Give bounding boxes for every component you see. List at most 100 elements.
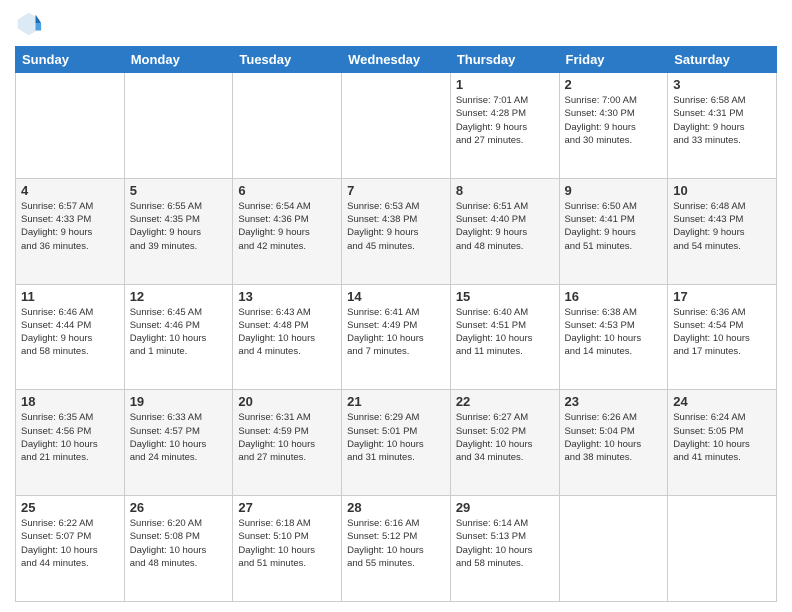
day-cell: 4Sunrise: 6:57 AM Sunset: 4:33 PM Daylig… — [16, 178, 125, 284]
day-number: 16 — [565, 289, 663, 304]
weekday-header-tuesday: Tuesday — [233, 47, 342, 73]
day-cell: 11 Sunrise: 6:46 AM Sunset: 4:44 PM Dayli… — [16, 284, 125, 390]
week-row-3: 11 Sunrise: 6:46 AM Sunset: 4:44 PM Dayli… — [16, 284, 777, 390]
day-number: 15 — [456, 289, 554, 304]
day-info: Sunrise: 6:24 AM Sunset: 5:05 PM Dayligh… — [673, 411, 771, 464]
day-cell: 21 Sunrise: 6:29 AM Sunset: 5:01 PM Dayli… — [342, 390, 451, 496]
day-number: 5 — [130, 183, 228, 198]
day-cell: 27 Sunrise: 6:18 AM Sunset: 5:10 PM Dayli… — [233, 496, 342, 602]
day-number: 3 — [673, 77, 771, 92]
day-cell: 18 Sunrise: 6:35 AM Sunset: 4:56 PM Dayli… — [16, 390, 125, 496]
weekday-header-friday: Friday — [559, 47, 668, 73]
day-info: Sunrise: 6:33 AM Sunset: 4:57 PM Dayligh… — [130, 411, 228, 464]
day-number: 6 — [238, 183, 336, 198]
calendar-table: SundayMondayTuesdayWednesdayThursdayFrid… — [15, 46, 777, 602]
day-info: Sunrise: 6:48 AM Sunset: 4:43 PM Dayligh… — [673, 200, 771, 253]
day-cell: 26 Sunrise: 6:20 AM Sunset: 5:08 PM Dayli… — [124, 496, 233, 602]
day-number: 19 — [130, 394, 228, 409]
weekday-header-saturday: Saturday — [668, 47, 777, 73]
day-cell: 6 Sunrise: 6:54 AM Sunset: 4:36 PM Daylig… — [233, 178, 342, 284]
day-info: Sunrise: 6:22 AM Sunset: 5:07 PM Dayligh… — [21, 517, 119, 570]
day-cell — [342, 73, 451, 179]
logo-icon — [15, 10, 43, 38]
week-row-4: 18 Sunrise: 6:35 AM Sunset: 4:56 PM Dayli… — [16, 390, 777, 496]
day-number: 26 — [130, 500, 228, 515]
day-info: Sunrise: 6:36 AM Sunset: 4:54 PM Dayligh… — [673, 306, 771, 359]
day-info: Sunrise: 6:16 AM Sunset: 5:12 PM Dayligh… — [347, 517, 445, 570]
day-number: 9 — [565, 183, 663, 198]
day-number: 1 — [456, 77, 554, 92]
day-number: 11 — [21, 289, 119, 304]
day-cell: 8 Sunrise: 6:51 AM Sunset: 4:40 PM Daylig… — [450, 178, 559, 284]
day-number: 28 — [347, 500, 445, 515]
day-info: Sunrise: 6:18 AM Sunset: 5:10 PM Dayligh… — [238, 517, 336, 570]
day-cell: 12 Sunrise: 6:45 AM Sunset: 4:46 PM Dayli… — [124, 284, 233, 390]
day-cell — [559, 496, 668, 602]
day-number: 20 — [238, 394, 336, 409]
day-cell: 25 Sunrise: 6:22 AM Sunset: 5:07 PM Dayli… — [16, 496, 125, 602]
day-cell — [124, 73, 233, 179]
day-info: Sunrise: 7:00 AM Sunset: 4:30 PM Dayligh… — [565, 94, 663, 147]
day-info: Sunrise: 6:41 AM Sunset: 4:49 PM Dayligh… — [347, 306, 445, 359]
day-cell: 1 Sunrise: 7:01 AM Sunset: 4:28 PM Daylig… — [450, 73, 559, 179]
day-number: 22 — [456, 394, 554, 409]
day-info: Sunrise: 6:40 AM Sunset: 4:51 PM Dayligh… — [456, 306, 554, 359]
day-cell: 9 Sunrise: 6:50 AM Sunset: 4:41 PM Daylig… — [559, 178, 668, 284]
day-cell: 7Sunrise: 6:53 AM Sunset: 4:38 PM Daylig… — [342, 178, 451, 284]
day-cell: 29Sunrise: 6:14 AM Sunset: 5:13 PM Dayli… — [450, 496, 559, 602]
day-cell: 24 Sunrise: 6:24 AM Sunset: 5:05 PM Dayli… — [668, 390, 777, 496]
day-number: 18 — [21, 394, 119, 409]
weekday-header-monday: Monday — [124, 47, 233, 73]
day-info: Sunrise: 6:27 AM Sunset: 5:02 PM Dayligh… — [456, 411, 554, 464]
header — [15, 10, 777, 38]
day-number: 17 — [673, 289, 771, 304]
day-number: 24 — [673, 394, 771, 409]
day-info: Sunrise: 6:38 AM Sunset: 4:53 PM Dayligh… — [565, 306, 663, 359]
day-info: Sunrise: 6:45 AM Sunset: 4:46 PM Dayligh… — [130, 306, 228, 359]
day-info: Sunrise: 6:57 AM Sunset: 4:33 PM Dayligh… — [21, 200, 119, 253]
day-info: Sunrise: 6:26 AM Sunset: 5:04 PM Dayligh… — [565, 411, 663, 464]
day-cell — [233, 73, 342, 179]
day-cell: 14 Sunrise: 6:41 AM Sunset: 4:49 PM Dayli… — [342, 284, 451, 390]
day-number: 13 — [238, 289, 336, 304]
page: SundayMondayTuesdayWednesdayThursdayFrid… — [0, 0, 792, 612]
day-info: Sunrise: 6:55 AM Sunset: 4:35 PM Dayligh… — [130, 200, 228, 253]
day-cell: 28 Sunrise: 6:16 AM Sunset: 5:12 PM Dayli… — [342, 496, 451, 602]
day-cell: 2Sunrise: 7:00 AM Sunset: 4:30 PM Daylig… — [559, 73, 668, 179]
day-cell: 10 Sunrise: 6:48 AM Sunset: 4:43 PM Dayli… — [668, 178, 777, 284]
day-info: Sunrise: 6:20 AM Sunset: 5:08 PM Dayligh… — [130, 517, 228, 570]
day-number: 21 — [347, 394, 445, 409]
day-info: Sunrise: 6:43 AM Sunset: 4:48 PM Dayligh… — [238, 306, 336, 359]
day-cell: 5 Sunrise: 6:55 AM Sunset: 4:35 PM Daylig… — [124, 178, 233, 284]
weekday-header-thursday: Thursday — [450, 47, 559, 73]
day-cell — [16, 73, 125, 179]
day-number: 14 — [347, 289, 445, 304]
day-info: Sunrise: 6:46 AM Sunset: 4:44 PM Dayligh… — [21, 306, 119, 359]
day-info: Sunrise: 6:50 AM Sunset: 4:41 PM Dayligh… — [565, 200, 663, 253]
logo — [15, 10, 47, 38]
weekday-header-row: SundayMondayTuesdayWednesdayThursdayFrid… — [16, 47, 777, 73]
day-cell: 17 Sunrise: 6:36 AM Sunset: 4:54 PM Dayli… — [668, 284, 777, 390]
day-cell: 15 Sunrise: 6:40 AM Sunset: 4:51 PM Dayli… — [450, 284, 559, 390]
day-info: Sunrise: 6:29 AM Sunset: 5:01 PM Dayligh… — [347, 411, 445, 464]
day-cell: 19 Sunrise: 6:33 AM Sunset: 4:57 PM Dayli… — [124, 390, 233, 496]
day-info: Sunrise: 6:35 AM Sunset: 4:56 PM Dayligh… — [21, 411, 119, 464]
day-number: 25 — [21, 500, 119, 515]
day-number: 23 — [565, 394, 663, 409]
day-info: Sunrise: 7:01 AM Sunset: 4:28 PM Dayligh… — [456, 94, 554, 147]
day-number: 12 — [130, 289, 228, 304]
day-number: 10 — [673, 183, 771, 198]
day-cell: 20 Sunrise: 6:31 AM Sunset: 4:59 PM Dayli… — [233, 390, 342, 496]
day-info: Sunrise: 6:31 AM Sunset: 4:59 PM Dayligh… — [238, 411, 336, 464]
day-cell: 16 Sunrise: 6:38 AM Sunset: 4:53 PM Dayli… — [559, 284, 668, 390]
weekday-header-wednesday: Wednesday — [342, 47, 451, 73]
day-cell — [668, 496, 777, 602]
day-info: Sunrise: 6:51 AM Sunset: 4:40 PM Dayligh… — [456, 200, 554, 253]
day-cell: 22 Sunrise: 6:27 AM Sunset: 5:02 PM Dayli… — [450, 390, 559, 496]
day-number: 7 — [347, 183, 445, 198]
day-info: Sunrise: 6:14 AM Sunset: 5:13 PM Dayligh… — [456, 517, 554, 570]
week-row-1: 1 Sunrise: 7:01 AM Sunset: 4:28 PM Daylig… — [16, 73, 777, 179]
day-number: 8 — [456, 183, 554, 198]
day-info: Sunrise: 6:54 AM Sunset: 4:36 PM Dayligh… — [238, 200, 336, 253]
day-number: 27 — [238, 500, 336, 515]
